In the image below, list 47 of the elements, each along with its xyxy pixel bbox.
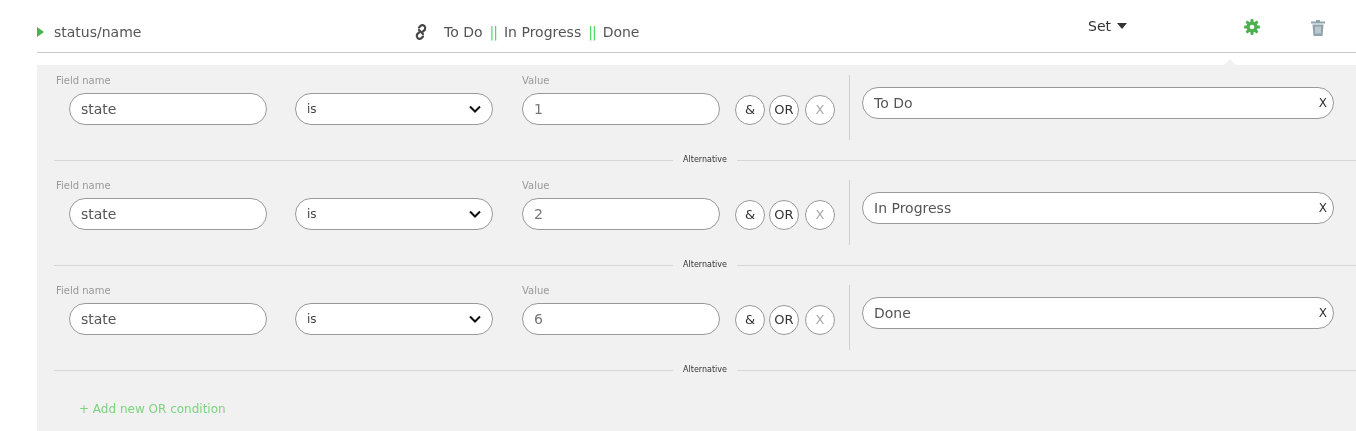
caret-icon bbox=[1117, 23, 1127, 29]
value-input[interactable]: 2 bbox=[522, 198, 720, 230]
result-text: Done bbox=[874, 303, 911, 323]
chevron-icon bbox=[469, 210, 481, 218]
chevron-icon bbox=[469, 315, 481, 323]
expand-triangle-icon[interactable] bbox=[37, 27, 44, 37]
condition-button[interactable]: & bbox=[735, 305, 765, 335]
operator-select[interactable]: is bbox=[295, 198, 493, 230]
settings-icon[interactable] bbox=[1244, 19, 1260, 35]
operator-select[interactable]: is bbox=[295, 303, 493, 335]
divider-label: Alternative bbox=[682, 364, 728, 376]
field-label: Value bbox=[522, 74, 551, 88]
clear-button[interactable]: X bbox=[1318, 199, 1327, 217]
mapping-value: To Do bbox=[444, 22, 483, 42]
trash-icon[interactable] bbox=[1311, 20, 1325, 36]
result-text: In Progress bbox=[874, 198, 952, 218]
condition-button[interactable]: OR bbox=[769, 95, 799, 125]
result-input[interactable]: Done X bbox=[862, 297, 1334, 329]
divider-label: Alternative bbox=[682, 259, 728, 271]
value-input[interactable]: 6 bbox=[522, 303, 720, 335]
field-label: Value bbox=[522, 179, 551, 193]
chevron-icon bbox=[469, 105, 481, 113]
field-label: Field name bbox=[56, 179, 112, 193]
field-name-input[interactable]: state bbox=[69, 303, 267, 335]
result-input[interactable]: In Progress X bbox=[862, 192, 1334, 224]
condition-button[interactable]: & bbox=[735, 95, 765, 125]
separator: || bbox=[489, 22, 497, 43]
result-input[interactable]: To Do X bbox=[862, 87, 1334, 119]
mapping-value: In Progress bbox=[504, 22, 582, 42]
condition-button[interactable]: OR bbox=[769, 305, 799, 335]
field-label: Field name bbox=[56, 74, 112, 88]
separator: || bbox=[588, 22, 596, 43]
operator-select[interactable]: is bbox=[295, 93, 493, 125]
field-name-input[interactable]: state bbox=[69, 198, 267, 230]
value-input[interactable]: 1 bbox=[522, 93, 720, 125]
condition-button[interactable]: OR bbox=[769, 200, 799, 230]
clear-button[interactable]: X bbox=[1318, 94, 1327, 112]
field-path: status/name bbox=[54, 22, 143, 42]
field-name-input[interactable]: state bbox=[69, 93, 267, 125]
mapping-value: Done bbox=[602, 22, 640, 42]
field-label: Field name bbox=[56, 284, 112, 298]
result-text: To Do bbox=[874, 93, 913, 113]
clear-button[interactable]: X bbox=[1318, 304, 1327, 322]
condition-button[interactable]: & bbox=[735, 200, 765, 230]
field-label: Value bbox=[522, 284, 551, 298]
set-dropdown[interactable]: Set bbox=[1088, 15, 1244, 37]
divider-label: Alternative bbox=[682, 154, 728, 166]
